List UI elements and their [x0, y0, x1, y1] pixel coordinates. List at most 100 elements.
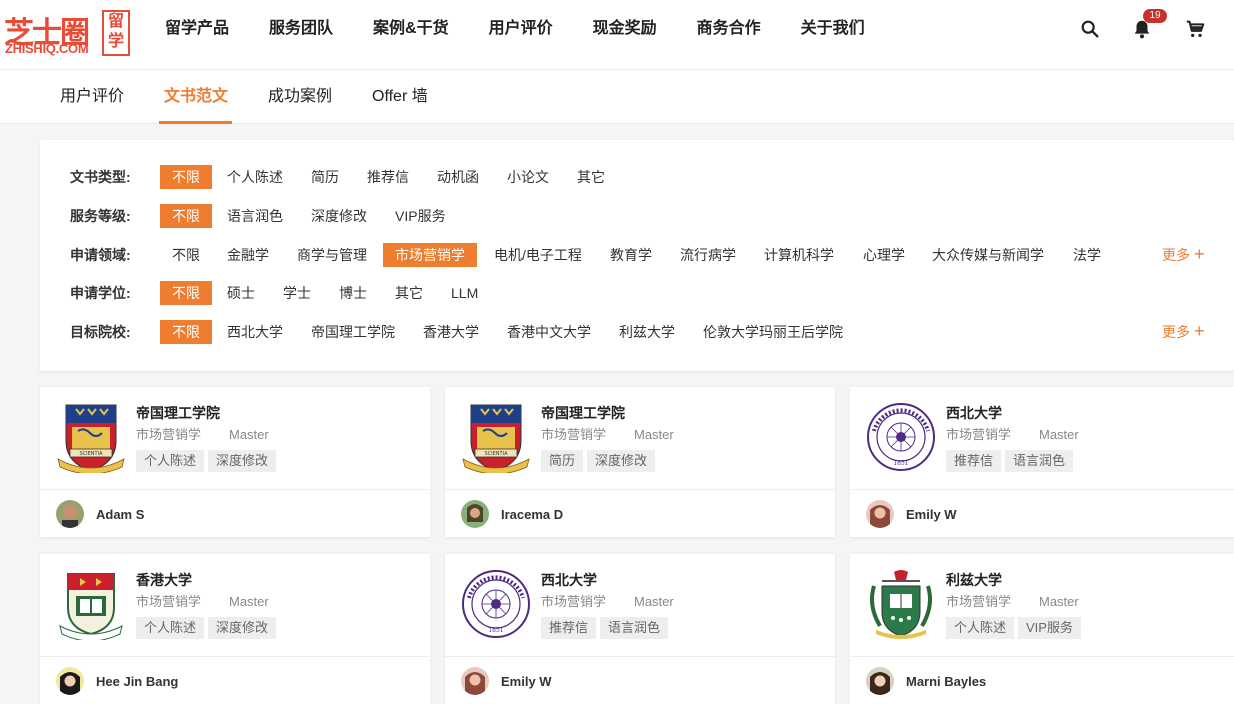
- card-divider: [850, 656, 1234, 657]
- filter-option[interactable]: 不限: [172, 243, 200, 267]
- tag: 深度修改: [208, 450, 277, 472]
- imperial-college-crest-icon: [462, 404, 530, 473]
- essay-card[interactable]: 香港大学 市场营销学 Master 个人陈述 深度修改 Hee Jin Bang: [40, 554, 430, 704]
- tag-list: 个人陈述 深度修改: [136, 617, 277, 639]
- essay-card[interactable]: 利兹大学 市场营销学 Master 个人陈述 VIP服务 Marni Bayle…: [850, 554, 1234, 704]
- tag: 个人陈述: [136, 617, 205, 639]
- logo-en: ZHISHIQ.COM: [5, 41, 89, 56]
- avatar: [56, 500, 84, 528]
- tag-list: 个人陈述 VIP服务: [946, 617, 1081, 639]
- northwestern-seal-icon: [866, 402, 936, 472]
- filter-option[interactable]: 商学与管理: [297, 243, 367, 267]
- filter-option-selected[interactable]: 不限: [160, 320, 212, 344]
- active-tab-underline: [159, 121, 232, 124]
- author-name: Adam S: [96, 507, 145, 522]
- tab-success-cases[interactable]: 成功案例: [268, 87, 332, 107]
- field-name: 市场营销学: [136, 427, 202, 442]
- filter-option-selected[interactable]: 市场营销学: [383, 243, 477, 267]
- sub-nav: 用户评价 文书范文 成功案例 Offer 墙: [0, 70, 1234, 124]
- tab-user-reviews[interactable]: 用户评价: [60, 87, 124, 107]
- imperial-college-crest-icon: [57, 404, 125, 473]
- school-name: 帝国理工学院: [541, 405, 625, 421]
- filter-option[interactable]: 西北大学: [227, 320, 283, 344]
- degree-name: Master: [634, 427, 674, 442]
- filter-option[interactable]: 语言润色: [227, 204, 283, 228]
- card-divider: [40, 656, 430, 657]
- nav-item-products[interactable]: 留学产品: [145, 18, 249, 40]
- tag-list: 推荐信 语言润色: [541, 617, 669, 639]
- degree-name: Master: [634, 594, 674, 609]
- essay-card[interactable]: 帝国理工学院 市场营销学 Master 简历 深度修改 Iracema D: [445, 387, 835, 537]
- nav-item-cases[interactable]: 案例&干货: [353, 18, 469, 40]
- field-name: 市场营销学: [946, 427, 1012, 442]
- filter-option[interactable]: 动机函: [437, 165, 479, 189]
- avatar: [56, 667, 84, 695]
- filter-option[interactable]: 个人陈述: [227, 165, 283, 189]
- school-name: 帝国理工学院: [136, 405, 220, 421]
- school-name: 西北大学: [541, 572, 597, 588]
- filter-option[interactable]: 推荐信: [367, 165, 409, 189]
- filter-option[interactable]: 其它: [577, 165, 605, 189]
- degree-name: Master: [1039, 594, 1079, 609]
- nav-item-team[interactable]: 服务团队: [249, 18, 353, 40]
- filter-option[interactable]: 小论文: [507, 165, 549, 189]
- author-name: Hee Jin Bang: [96, 674, 179, 689]
- filter-row-degree: 申请学位: 不限 硕士 学士 博士 其它 LLM: [70, 281, 1234, 305]
- tag: 个人陈述: [136, 450, 205, 472]
- card-divider: [40, 489, 430, 490]
- card-divider: [445, 656, 835, 657]
- filter-option-selected[interactable]: 不限: [160, 165, 212, 189]
- filter-option[interactable]: 简历: [311, 165, 339, 189]
- filter-option-selected[interactable]: 不限: [160, 204, 212, 228]
- degree-name: Master: [229, 427, 269, 442]
- filter-option[interactable]: 学士: [283, 281, 311, 305]
- site-logo[interactable]: 芝士圈 ZHISHIQ.COM 留学: [4, 8, 130, 58]
- filter-option-selected[interactable]: 不限: [160, 281, 212, 305]
- filter-more-button[interactable]: 更多 +: [1162, 320, 1205, 344]
- filter-option[interactable]: 电机/电子工程: [494, 243, 582, 267]
- filter-label: 申请领域:: [70, 247, 131, 263]
- cart-icon[interactable]: [1184, 18, 1206, 40]
- tag: 推荐信: [946, 450, 1002, 472]
- tag: 个人陈述: [946, 617, 1015, 639]
- tag: 推荐信: [541, 617, 597, 639]
- filter-option[interactable]: VIP服务: [395, 204, 446, 228]
- filter-option[interactable]: 伦敦大学玛丽王后学院: [703, 320, 843, 344]
- filter-option[interactable]: 利兹大学: [619, 320, 675, 344]
- author-name: Marni Bayles: [906, 674, 987, 689]
- essay-card[interactable]: 西北大学 市场营销学 Master 推荐信 语言润色 Emily W: [445, 554, 835, 704]
- tag-list: 个人陈述 深度修改: [136, 450, 277, 472]
- filter-option[interactable]: 计算机科学: [764, 243, 834, 267]
- filter-panel: 文书类型: 不限 个人陈述 简历 推荐信 动机函 小论文 其它 服务等级: 不限…: [40, 140, 1234, 371]
- nav-item-reviews[interactable]: 用户评价: [469, 18, 573, 40]
- filter-label: 服务等级:: [70, 208, 131, 224]
- nav-item-business[interactable]: 商务合作: [677, 18, 781, 40]
- northwestern-seal-icon: [461, 569, 531, 639]
- filter-option[interactable]: 心理学: [863, 243, 905, 267]
- filter-option[interactable]: 流行病学: [680, 243, 736, 267]
- leeds-crest-icon: [870, 568, 932, 640]
- filter-option[interactable]: 法学: [1073, 243, 1101, 267]
- nav-item-rewards[interactable]: 现金奖励: [573, 18, 677, 40]
- search-icon[interactable]: [1079, 18, 1101, 40]
- filter-option[interactable]: 香港中文大学: [507, 320, 591, 344]
- essay-card[interactable]: 帝国理工学院 市场营销学 Master 个人陈述 深度修改 Adam S: [40, 387, 430, 537]
- filter-option[interactable]: LLM: [451, 281, 478, 305]
- tab-offer-wall[interactable]: Offer 墙: [372, 87, 428, 107]
- filter-option[interactable]: 博士: [339, 281, 367, 305]
- tag: 深度修改: [587, 450, 656, 472]
- card-divider: [445, 489, 835, 490]
- filter-option[interactable]: 硕士: [227, 281, 255, 305]
- filter-more-button[interactable]: 更多 +: [1162, 243, 1205, 267]
- filter-option[interactable]: 教育学: [610, 243, 652, 267]
- nav-item-about[interactable]: 关于我们: [781, 18, 885, 40]
- filter-option[interactable]: 帝国理工学院: [311, 320, 395, 344]
- essay-card[interactable]: 西北大学 市场营销学 Master 推荐信 语言润色 Emily W: [850, 387, 1234, 537]
- filter-option[interactable]: 金融学: [227, 243, 269, 267]
- filter-option[interactable]: 深度修改: [311, 204, 367, 228]
- filter-option[interactable]: 香港大学: [423, 320, 479, 344]
- filter-option[interactable]: 其它: [395, 281, 423, 305]
- tab-essay-samples[interactable]: 文书范文: [164, 87, 228, 107]
- filter-row-service-level: 服务等级: 不限 语言润色 深度修改 VIP服务: [70, 204, 1234, 228]
- filter-option[interactable]: 大众传媒与新闻学: [932, 243, 1044, 267]
